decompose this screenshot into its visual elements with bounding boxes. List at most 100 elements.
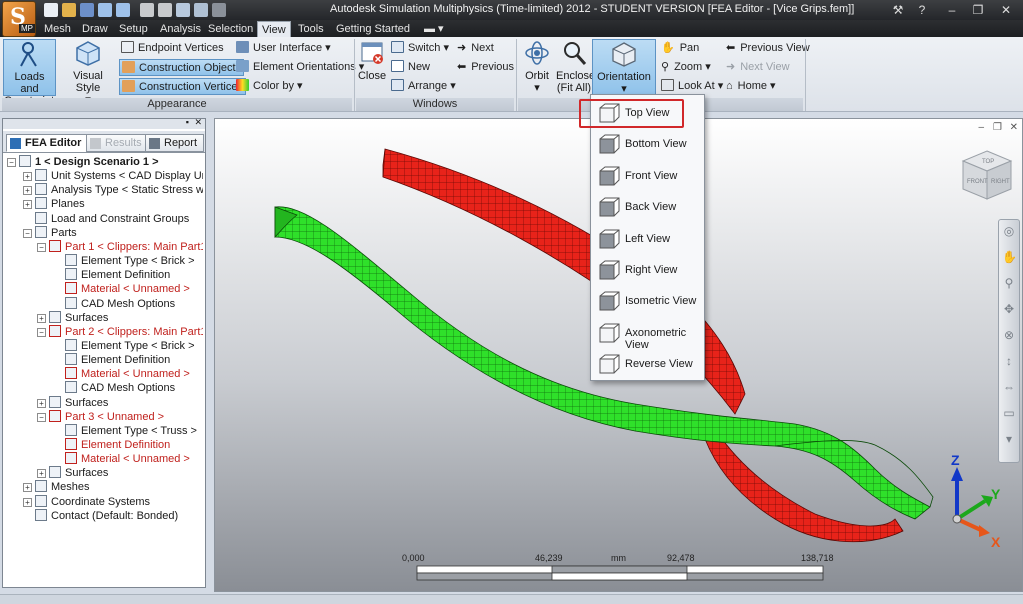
- print-icon[interactable]: [158, 3, 172, 17]
- tree-item-part-2[interactable]: − Part 2 < Clippers: Main Part1 >: [37, 324, 203, 339]
- tree-item-design-scenario[interactable]: − 1 < Design Scenario 1 >: [7, 155, 159, 169]
- edit-icon[interactable]: [140, 3, 154, 17]
- tree-expander-icon[interactable]: +: [37, 469, 46, 479]
- look-nav-icon[interactable]: ⇔: [1002, 380, 1016, 394]
- menu-item-front-view[interactable]: Front View: [593, 161, 702, 191]
- tree-expander-icon[interactable]: −: [7, 158, 16, 167]
- close-window-button[interactable]: ✕: [994, 1, 1018, 19]
- tree-expander-icon[interactable]: +: [37, 313, 46, 323]
- redo-icon[interactable]: [116, 3, 130, 17]
- tab-report[interactable]: Report: [145, 134, 205, 152]
- next-window-button[interactable]: ➜ Next: [457, 41, 494, 54]
- steering-wheel-icon[interactable]: ◎: [1002, 224, 1016, 238]
- new-file-icon[interactable]: [44, 3, 58, 17]
- tree-item-part2-surfaces[interactable]: + Surfaces: [37, 395, 108, 410]
- tab-selection[interactable]: Selection: [204, 21, 257, 37]
- pan-button[interactable]: ✋ Pan: [661, 41, 699, 54]
- tree-item-part2-cad-mesh-options[interactable]: CAD Mesh Options: [53, 381, 175, 395]
- zoom-nav-icon[interactable]: ⚲: [1002, 276, 1016, 290]
- tree-expander-icon[interactable]: +: [23, 172, 32, 182]
- qat-dropdown-icon[interactable]: [212, 3, 226, 17]
- new-window-button[interactable]: New: [391, 60, 430, 73]
- tree-item-analysis-type[interactable]: + Analysis Type < Static Stress with L: [23, 183, 203, 197]
- tree-item-load-constraint-groups[interactable]: Load and Constraint Groups: [23, 211, 189, 226]
- tab-extras-dropdown-icon[interactable]: ▬ ▾: [420, 21, 448, 37]
- tree-item-part3-element-type[interactable]: Element Type < Truss >: [53, 423, 197, 438]
- panel-close-icon[interactable]: ✕: [194, 117, 202, 128]
- tree-item-planes[interactable]: + Planes: [23, 197, 85, 211]
- tools-icon[interactable]: ⚒: [886, 1, 910, 19]
- construction-objects-button[interactable]: Construction Objects: [119, 59, 245, 76]
- app-logo[interactable]: S MP: [2, 1, 36, 37]
- menu-item-bottom-view[interactable]: Bottom View: [593, 129, 702, 159]
- tree-expander-icon[interactable]: +: [23, 186, 32, 196]
- zoom-button[interactable]: ⚲ Zoom ▾: [661, 60, 711, 73]
- tree-item-part2-material[interactable]: Material < Unnamed >: [53, 367, 190, 381]
- look-at-button[interactable]: Look At ▾: [661, 79, 723, 92]
- tree-item-part1-surfaces[interactable]: + Surfaces: [37, 310, 108, 325]
- menu-item-reverse-view[interactable]: Reverse View: [593, 349, 702, 379]
- tree-item-part1-material[interactable]: Material < Unnamed >: [53, 282, 190, 296]
- pin-icon[interactable]: ▪: [186, 117, 189, 127]
- tree-item-part1-cad-mesh-options[interactable]: CAD Mesh Options: [53, 296, 175, 311]
- open-file-icon[interactable]: [62, 3, 76, 17]
- nav-options-icon[interactable]: ▾: [1002, 432, 1016, 446]
- arrange-button[interactable]: Arrange ▾: [391, 79, 456, 92]
- view-cube[interactable]: TOP FRONT RIGHT: [961, 150, 1013, 200]
- construction-vertices-button[interactable]: Construction Vertices: [119, 78, 246, 95]
- save-icon[interactable]: [80, 3, 94, 17]
- maximize-button[interactable]: ❐: [966, 1, 990, 19]
- tab-tools[interactable]: Tools: [294, 21, 328, 37]
- tree-expander-icon[interactable]: −: [23, 228, 32, 238]
- tab-mesh[interactable]: Mesh: [40, 21, 75, 37]
- tree-item-part3-material[interactable]: Material < Unnamed >: [53, 452, 190, 466]
- previous-window-button[interactable]: ⬅ Previous: [457, 60, 514, 73]
- tree-item-part3-element-definition[interactable]: Element Definition: [53, 438, 170, 452]
- tree-item-contact[interactable]: Contact (Default: Bonded): [23, 508, 178, 523]
- tree-item-coordinate-systems[interactable]: + Coordinate Systems: [23, 494, 150, 509]
- tree-expander-icon[interactable]: +: [23, 483, 32, 493]
- tree-item-meshes[interactable]: + Meshes: [23, 480, 90, 494]
- endpoint-vertices-button[interactable]: Endpoint Vertices: [121, 41, 224, 54]
- tree-item-part3-surfaces[interactable]: + Surfaces: [37, 466, 108, 480]
- next-view-button[interactable]: ➜ Next View: [726, 60, 790, 73]
- close-button[interactable]: Close: [357, 39, 387, 96]
- select-icon[interactable]: [176, 3, 190, 17]
- tab-setup[interactable]: Setup: [115, 21, 152, 37]
- tree-item-part-1[interactable]: − Part 1 < Clippers: Main Part1 >: [37, 239, 203, 254]
- tree-expander-icon[interactable]: −: [37, 327, 46, 337]
- menu-item-axonometric-view[interactable]: Axonometric View: [593, 318, 702, 351]
- orbit-nav-icon[interactable]: ✥: [1002, 302, 1016, 316]
- viewport-minimize-button[interactable]: –: [978, 122, 984, 133]
- tab-results[interactable]: Results: [86, 134, 149, 152]
- tree-item-parts[interactable]: − Parts: [23, 225, 77, 240]
- orbit-button[interactable]: Orbit ▾: [520, 39, 554, 96]
- tab-analysis[interactable]: Analysis: [156, 21, 205, 37]
- enclose-fit-all-button[interactable]: Enclose (Fit All): [556, 39, 595, 96]
- loads-and-constraints-button[interactable]: Loads and Constraints: [3, 39, 60, 107]
- tree-item-part1-element-type[interactable]: Element Type < Brick >: [53, 254, 195, 268]
- help-icon[interactable]: ?: [910, 1, 934, 19]
- layers-icon[interactable]: [194, 3, 208, 17]
- menu-item-left-view[interactable]: Left View: [593, 224, 702, 254]
- viewport-close-button[interactable]: ✕: [1010, 122, 1018, 133]
- visual-style-button[interactable]: Visual Style ▾: [60, 39, 116, 106]
- walk-nav-icon[interactable]: ↕: [1002, 354, 1016, 368]
- previous-view-button[interactable]: ⬅ Previous View: [726, 41, 810, 54]
- minimize-button[interactable]: –: [940, 1, 964, 19]
- tree-expander-icon[interactable]: +: [23, 200, 32, 210]
- tree-item-part2-element-definition[interactable]: Element Definition: [53, 353, 170, 367]
- tab-getting-started[interactable]: Getting Started: [332, 21, 414, 37]
- tab-fea-editor[interactable]: FEA Editor: [6, 134, 89, 152]
- color-by-button[interactable]: Color by ▾: [236, 79, 303, 92]
- undo-icon[interactable]: [98, 3, 112, 17]
- user-interface-button[interactable]: User Interface ▾: [236, 41, 331, 54]
- switch-button[interactable]: Switch ▾: [391, 41, 449, 54]
- orientation-button[interactable]: Orientation ▾: [592, 39, 656, 96]
- element-orientations-button[interactable]: Element Orientations ▾: [236, 60, 364, 73]
- tab-draw[interactable]: Draw: [78, 21, 112, 37]
- tree-item-part-3[interactable]: − Part 3 < Unnamed >: [37, 409, 164, 424]
- tab-view[interactable]: View: [257, 21, 291, 37]
- tree-item-unit-systems[interactable]: + Unit Systems < CAD Display Units: [23, 169, 203, 183]
- fit-nav-icon[interactable]: ▭: [1002, 406, 1016, 420]
